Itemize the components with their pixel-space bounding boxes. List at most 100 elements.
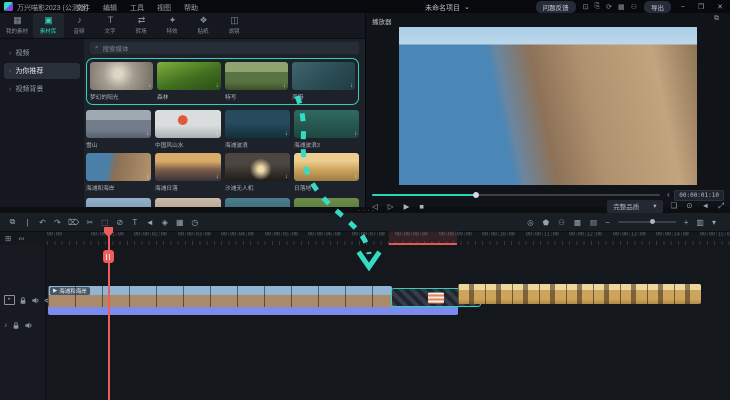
grid-icon[interactable]: ▦ bbox=[618, 3, 625, 11]
stop-icon[interactable]: ■ bbox=[419, 202, 424, 211]
thumbnail[interactable]: ↓ bbox=[155, 110, 220, 138]
video-frame[interactable] bbox=[399, 27, 697, 185]
export-button[interactable]: 导出 bbox=[644, 1, 671, 13]
chevron-down-icon[interactable]: ▾ bbox=[712, 218, 716, 227]
thumbnail[interactable]: ↓ bbox=[86, 153, 151, 181]
thumbnail[interactable]: ↓ bbox=[294, 153, 359, 181]
project-name-area[interactable]: 未命名项目 ⌄ bbox=[425, 3, 470, 13]
thumbnail[interactable]: ↓ bbox=[86, 110, 151, 138]
menu-item[interactable]: 帮助 bbox=[184, 3, 198, 13]
thumbnail-partial[interactable] bbox=[294, 198, 359, 207]
zoom-out-icon[interactable]: − bbox=[605, 218, 610, 227]
track-layout-icon[interactable]: ▥ bbox=[696, 218, 704, 227]
mute-icon[interactable]: ◄ bbox=[145, 218, 154, 227]
voiceover-icon[interactable]: ⚇ bbox=[558, 218, 565, 227]
tab-filters[interactable]: ◫ 滤镜 bbox=[219, 13, 250, 38]
menu-item[interactable]: 编辑 bbox=[103, 3, 117, 13]
undo-icon[interactable]: ↶ bbox=[38, 218, 47, 227]
library-item[interactable]: ↓ 中国风山水 bbox=[155, 110, 220, 149]
thumbnail[interactable]: ↓ bbox=[292, 62, 355, 90]
detach-player-icon[interactable]: ⧉ bbox=[714, 15, 719, 23]
mixer-icon[interactable]: ▩ bbox=[574, 218, 581, 227]
play-icon[interactable]: ▶ bbox=[404, 202, 410, 211]
record-icon[interactable]: ◎ bbox=[527, 218, 534, 227]
feedback-button[interactable]: 问题反馈 bbox=[536, 1, 576, 13]
reel-icon[interactable]: ▤ bbox=[590, 218, 597, 227]
library-item[interactable]: ↓ 海滩波浪3 bbox=[294, 110, 359, 149]
snap-icon[interactable]: ⧉ bbox=[8, 217, 17, 227]
thumbnail[interactable]: ↓ bbox=[155, 153, 220, 181]
thumbnail-partial[interactable] bbox=[225, 198, 290, 207]
menu-item[interactable]: 视图 bbox=[157, 3, 171, 13]
download-icon[interactable]: ↓ bbox=[283, 83, 286, 89]
lock-icon[interactable] bbox=[19, 296, 27, 305]
sync-icon[interactable]: ⟳ bbox=[606, 3, 612, 11]
mute-icon[interactable] bbox=[24, 321, 33, 330]
snapshot-icon[interactable]: ⊙ bbox=[686, 201, 692, 211]
library-item[interactable]: ↓ 海港 bbox=[292, 62, 355, 101]
library-item[interactable]: ↓ 日落地 bbox=[294, 153, 359, 192]
redo-icon[interactable]: ↷ bbox=[53, 218, 62, 227]
thumbnail-partial[interactable] bbox=[86, 198, 151, 207]
download-icon[interactable]: ↓ bbox=[148, 83, 151, 89]
sidebar-item-video-bg[interactable]: › 视频背景 bbox=[4, 81, 80, 97]
tab-stock-library[interactable]: ▣ 素材库 bbox=[33, 13, 64, 38]
workspace-icon[interactable]: ⊡ bbox=[583, 3, 589, 11]
download-icon[interactable]: ↓ bbox=[285, 131, 288, 137]
library-item[interactable]: ↓ 梦幻的阳光 bbox=[90, 62, 153, 101]
timeline-clip-beach-coast[interactable]: ▶ 海滩和海岸 bbox=[48, 286, 392, 307]
library-item[interactable]: ↓ 海滩日落 bbox=[155, 153, 220, 192]
quality-dropdown[interactable]: 完整品质 ▾ bbox=[607, 200, 662, 213]
speed-icon[interactable]: ⊘ bbox=[115, 218, 124, 227]
library-item[interactable]: ↓ 海滩和海岸 bbox=[86, 153, 151, 192]
crop-icon[interactable]: ⬚ bbox=[100, 218, 109, 227]
clip-audio-waveform[interactable] bbox=[48, 306, 458, 315]
download-icon[interactable]: ↓ bbox=[146, 131, 149, 137]
thumbnail-partial[interactable] bbox=[155, 198, 220, 207]
library-item[interactable]: ↓ 海滩波浪 bbox=[225, 110, 290, 149]
timer-icon[interactable]: ◷ bbox=[190, 218, 199, 227]
library-item[interactable]: ↓ 雪山 bbox=[86, 110, 151, 149]
link-icon[interactable]: ∾ bbox=[18, 234, 24, 243]
thumbnail[interactable]: ↓ bbox=[225, 110, 290, 138]
mask-icon[interactable]: ⬟ bbox=[543, 218, 550, 227]
volume-icon[interactable]: ◄ bbox=[702, 201, 709, 211]
thumbnail[interactable]: ↓ bbox=[90, 62, 153, 90]
download-icon[interactable]: ↓ bbox=[216, 131, 219, 137]
tab-audio[interactable]: ♪ 音频 bbox=[64, 13, 95, 38]
thumbnail[interactable]: ↓ bbox=[294, 110, 359, 138]
keyframe-icon[interactable]: ◈ bbox=[160, 218, 169, 227]
download-icon[interactable]: ↓ bbox=[354, 131, 357, 137]
fullscreen-icon[interactable]: ⤢ bbox=[718, 201, 724, 211]
add-track-icon[interactable]: ⊞ bbox=[5, 234, 11, 243]
timeline-clip-sunset-field[interactable] bbox=[458, 284, 701, 304]
sidebar-item-recommended[interactable]: › 为你推荐 bbox=[4, 63, 80, 79]
window-close-button[interactable]: ✕ bbox=[714, 3, 726, 11]
download-icon[interactable]: ↓ bbox=[216, 174, 219, 180]
tab-effects[interactable]: ✦ 特效 bbox=[157, 13, 188, 38]
download-icon[interactable]: ↓ bbox=[216, 83, 219, 89]
download-icon[interactable]: ↓ bbox=[350, 83, 353, 89]
library-item[interactable]: ↓ 沙滩无人机 bbox=[225, 153, 290, 192]
download-icon[interactable]: ↓ bbox=[146, 174, 149, 180]
menu-item[interactable]: 文件 bbox=[76, 3, 90, 13]
zoom-in-icon[interactable]: + bbox=[684, 218, 689, 227]
delete-icon[interactable]: ⌦ bbox=[68, 218, 79, 227]
timeline-ruler[interactable]: 00:0000:00:01:0000:00:02:0000:00:03:0000… bbox=[44, 231, 730, 245]
tab-stickers[interactable]: ❖ 贴纸 bbox=[188, 13, 219, 38]
split-icon[interactable]: ✂ bbox=[85, 218, 94, 227]
tab-text[interactable]: T 文字 bbox=[95, 13, 126, 38]
window-minimize-button[interactable]: – bbox=[678, 3, 688, 10]
mute-icon[interactable] bbox=[31, 296, 40, 305]
next-frame-icon[interactable]: ▷ bbox=[388, 202, 394, 211]
advanced-text-icon[interactable]: T bbox=[130, 218, 139, 227]
separator-icon[interactable]: | bbox=[23, 218, 32, 227]
project-edit-icon[interactable]: ⌄ bbox=[464, 3, 470, 13]
mirror-screen-icon[interactable]: ❏ bbox=[671, 201, 678, 211]
search-bar[interactable]: ⌕ 搜索媒体 bbox=[90, 42, 359, 54]
thumbnail[interactable]: ↓ bbox=[157, 62, 220, 90]
seek-knob[interactable] bbox=[473, 192, 479, 198]
copy-icon[interactable]: ⎘ bbox=[595, 3, 601, 11]
library-item[interactable]: ↓ 森林 bbox=[157, 62, 220, 101]
lock-icon[interactable] bbox=[12, 321, 20, 330]
